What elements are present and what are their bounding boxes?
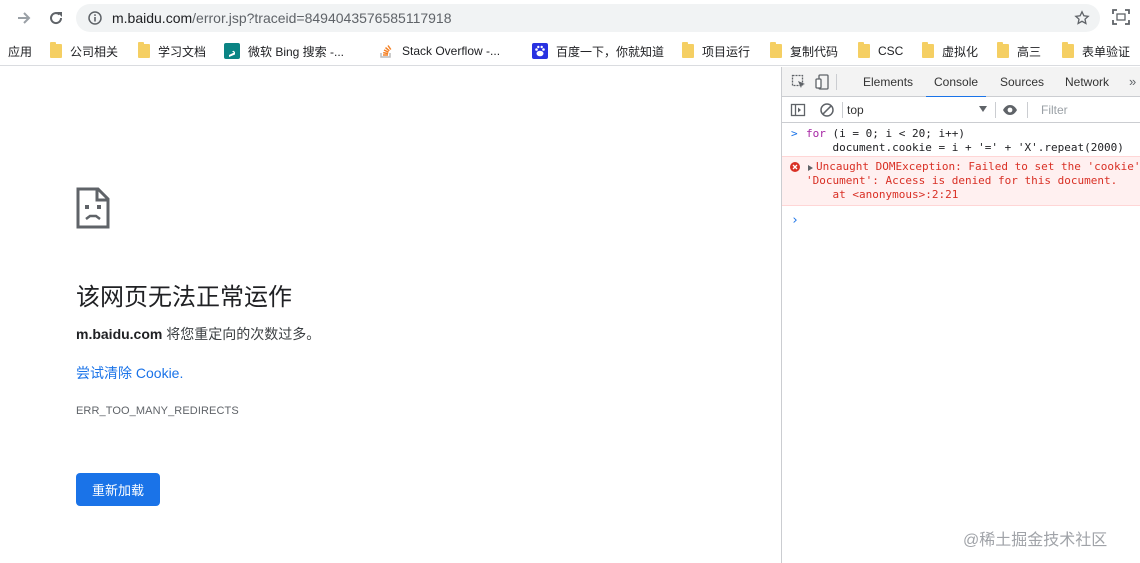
eye-icon[interactable] bbox=[1002, 102, 1018, 118]
device-toolbar-icon[interactable] bbox=[815, 74, 831, 90]
tab-console[interactable]: Console bbox=[925, 67, 987, 98]
star-icon[interactable] bbox=[1074, 10, 1090, 26]
address-bar[interactable]: m.baidu.com/error.jsp?traceid=8494043576… bbox=[76, 4, 1100, 32]
tab-network[interactable]: Network bbox=[1065, 67, 1109, 97]
folder-icon bbox=[858, 42, 870, 58]
inspect-element-icon[interactable] bbox=[791, 74, 807, 90]
folder-icon bbox=[997, 42, 1009, 58]
console-input-line-2: document.cookie = i + '=' + 'X'.repeat(2… bbox=[806, 141, 1124, 154]
stackoverflow-icon bbox=[380, 45, 392, 58]
bookmark-label: CSC bbox=[878, 44, 904, 58]
folder-icon bbox=[1062, 42, 1074, 58]
tab-separator bbox=[836, 74, 837, 90]
clear-console-icon[interactable] bbox=[819, 102, 835, 118]
bookmark-item[interactable]: 项目运行 bbox=[682, 42, 751, 59]
screen-capture-icon[interactable] bbox=[1111, 7, 1131, 27]
bookmark-item[interactable]: 百度一下，你就知道 bbox=[532, 43, 664, 59]
bookmark-item[interactable]: 微软 Bing 搜索 -... bbox=[224, 43, 344, 59]
bookmark-item[interactable]: 公司相关 bbox=[50, 42, 119, 59]
refresh-icon bbox=[50, 12, 63, 25]
sidebar-toggle-icon[interactable] bbox=[790, 102, 806, 118]
console-error-entry[interactable]: Uncaught DOMException: Failed to set the… bbox=[782, 156, 1140, 206]
context-select[interactable]: top bbox=[847, 101, 987, 119]
tab-sources[interactable]: Sources bbox=[1000, 67, 1044, 97]
bookmark-item[interactable]: 高三 bbox=[997, 42, 1042, 59]
bookmark-label: 百度一下，你就知道 bbox=[556, 44, 665, 59]
bookmark-label: Stack Overflow -... bbox=[402, 44, 501, 58]
more-tabs-icon[interactable]: » bbox=[1129, 74, 1136, 89]
url-path: /error.jsp?traceid=8494043576585117918 bbox=[192, 10, 452, 26]
filter-input[interactable]: Filter bbox=[1035, 101, 1140, 119]
folder-icon bbox=[682, 42, 694, 58]
reload-browser-button[interactable] bbox=[45, 7, 67, 29]
console-toolbar: top Filter bbox=[782, 97, 1140, 123]
error-code: ERR_TOO_MANY_REDIRECTS bbox=[76, 405, 239, 417]
browser-toolbar: m.baidu.com/error.jsp?traceid=8494043576… bbox=[0, 0, 1140, 36]
console-input-line: for (i = 0; i < 20; i++) bbox=[806, 127, 965, 140]
bookmarks-bar: 应用 公司相关 学习文档 微软 Bing 搜索 -... Stack Overf… bbox=[0, 36, 1140, 66]
folder-icon bbox=[922, 42, 934, 58]
devtools-panel: Elements Console Sources Network » top F… bbox=[781, 67, 1140, 563]
bookmark-item[interactable]: 复制代码 bbox=[770, 42, 839, 59]
url-text[interactable]: m.baidu.com/error.jsp?traceid=8494043576… bbox=[112, 10, 452, 26]
context-value: top bbox=[847, 103, 864, 117]
bookmark-label: 虚拟化 bbox=[942, 44, 979, 59]
bookmark-apps[interactable]: 应用 bbox=[8, 43, 32, 59]
bookmark-label: 公司相关 bbox=[70, 44, 119, 59]
toolbar-separator bbox=[842, 102, 843, 118]
bookmark-item[interactable]: 表单验证 bbox=[1062, 42, 1131, 59]
bookmark-label: 高三 bbox=[1017, 44, 1042, 59]
tab-elements[interactable]: Elements bbox=[863, 67, 913, 97]
bookmark-label: 表单验证 bbox=[1082, 44, 1131, 59]
bookmark-label: 微软 Bing 搜索 -... bbox=[248, 44, 345, 59]
console-prompt-icon[interactable]: › bbox=[791, 213, 799, 228]
dropdown-caret-icon bbox=[979, 106, 987, 112]
error-host: m.baidu.com bbox=[76, 326, 163, 342]
bing-icon bbox=[224, 43, 240, 59]
error-icon bbox=[790, 162, 800, 172]
folder-icon bbox=[138, 42, 150, 58]
error-line-3: at <anonymous>:2:21 bbox=[806, 188, 959, 201]
bookmark-item[interactable]: 虚拟化 bbox=[922, 42, 979, 59]
bookmark-label: 复制代码 bbox=[790, 44, 839, 59]
devtools-tabbar: Elements Console Sources Network » bbox=[782, 67, 1140, 98]
folder-icon bbox=[770, 42, 782, 58]
bookmark-label: 项目运行 bbox=[702, 44, 751, 59]
bookmark-item[interactable]: CSC bbox=[858, 42, 904, 59]
bookmark-label: 学习文档 bbox=[158, 44, 207, 59]
prompt-chevron-icon: > bbox=[791, 127, 798, 140]
arrow-right-icon bbox=[18, 12, 31, 24]
code-keyword: for bbox=[806, 127, 826, 140]
expand-triangle-icon[interactable] bbox=[808, 165, 813, 171]
error-message-text: 将您重定向的次数过多。 bbox=[162, 326, 321, 342]
error-page: 该网页无法正常运作 m.baidu.com 将您重定向的次数过多。 尝试清除 C… bbox=[0, 67, 781, 563]
reload-button[interactable]: 重新加载 bbox=[76, 473, 160, 506]
bookmark-item[interactable]: Stack Overflow -... bbox=[378, 43, 500, 59]
forward-button[interactable] bbox=[13, 7, 35, 29]
toolbar-separator bbox=[995, 102, 996, 118]
folder-icon bbox=[50, 42, 62, 58]
error-title: 该网页无法正常运作 bbox=[76, 284, 292, 311]
watermark: @稀土掘金技术社区 bbox=[963, 532, 1108, 549]
error-message: m.baidu.com 将您重定向的次数过多。 bbox=[76, 324, 320, 344]
url-host: m.baidu.com bbox=[112, 10, 193, 26]
error-line-2: 'Document': Access is denied for this do… bbox=[806, 174, 1118, 187]
baidu-icon bbox=[532, 43, 548, 59]
toolbar-separator bbox=[1027, 102, 1028, 118]
sad-page-icon bbox=[76, 187, 110, 229]
error-line-1: Uncaught DOMException: Failed to set the… bbox=[816, 160, 1140, 173]
console-input-text: (i = 0; i < 20; i++) bbox=[832, 127, 965, 140]
info-icon[interactable] bbox=[88, 11, 102, 25]
clear-cookies-link[interactable]: 尝试清除 Cookie. bbox=[76, 363, 183, 383]
bookmark-apps-label: 应用 bbox=[8, 44, 33, 59]
bookmark-item[interactable]: 学习文档 bbox=[138, 42, 207, 59]
